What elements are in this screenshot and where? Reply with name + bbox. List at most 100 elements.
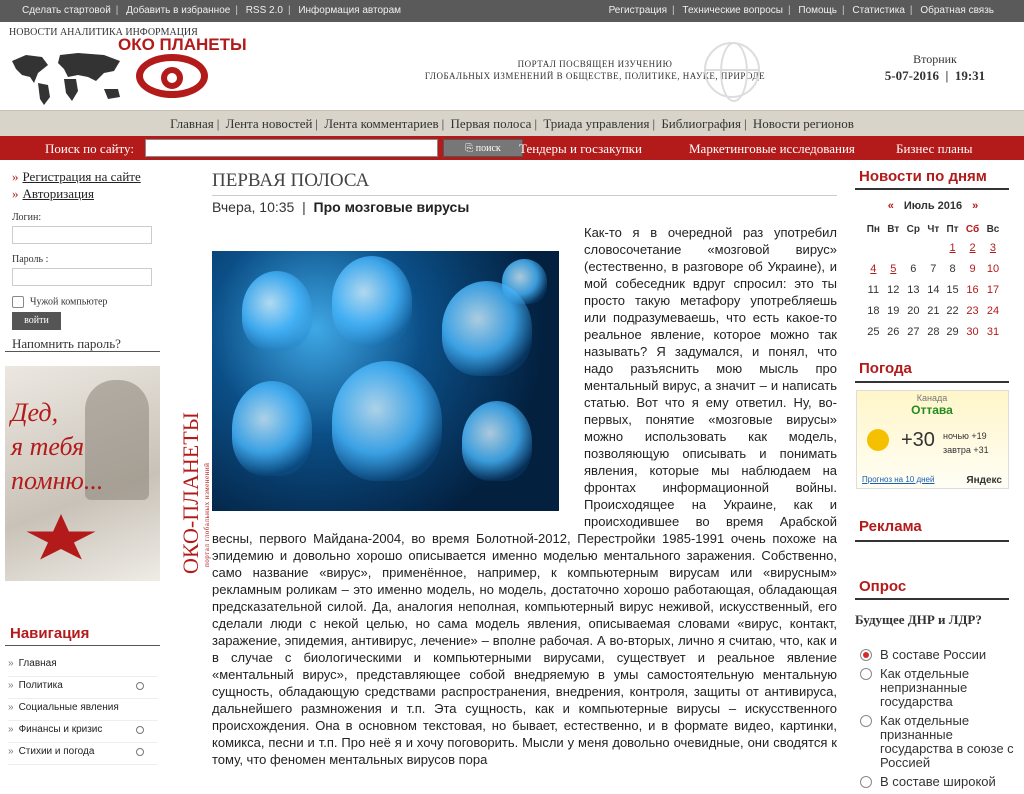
menu-item-comments-feed[interactable]: Лента комментариев — [324, 116, 438, 131]
poll-option[interactable]: В составе России — [855, 648, 1015, 662]
radio[interactable] — [860, 668, 872, 680]
menu-item-triad[interactable]: Триада управления — [543, 116, 649, 131]
login-label: Логин: — [12, 212, 42, 223]
radio[interactable] — [860, 776, 872, 788]
weather-title: Погода — [859, 360, 912, 377]
expand-icon[interactable] — [136, 748, 144, 756]
calendar-day: 28 — [927, 325, 940, 338]
authors-info-link[interactable]: Информация авторам — [298, 5, 401, 16]
banner-line-2: я тебя — [11, 432, 85, 461]
add-favorite-link[interactable]: Добавить в избранное — [126, 5, 230, 16]
site-header: НОВОСТИ АНАЛИТИКА ИНФОРМАЦИЯ ОКО ПЛАНЕТЫ… — [0, 22, 1024, 110]
radio-selected[interactable] — [860, 649, 872, 661]
calendar-day: 14 — [927, 283, 940, 296]
search-bar: Поиск по сайту: ⎘ поиск Тендеры и госзак… — [0, 136, 1024, 160]
calendar-day: 17 — [986, 283, 1000, 296]
marketing-link[interactable]: Маркетинговые исследования — [689, 141, 855, 157]
foreign-computer-checkbox[interactable] — [12, 296, 24, 308]
auth-link[interactable]: Авторизация — [23, 186, 94, 201]
auth-item: » Авторизация — [12, 186, 94, 201]
calendar-day: 12 — [887, 283, 900, 296]
register-link[interactable]: Регистрация на сайте — [23, 169, 141, 184]
calendar-day: 23 — [966, 304, 979, 317]
password-label: Пароль : — [12, 254, 49, 265]
date-value: 5-07-2016 — [884, 68, 939, 83]
poll-option[interactable]: В составе широкой — [855, 775, 1015, 789]
tech-questions-link[interactable]: Технические вопросы — [682, 5, 783, 16]
weather-tomorrow: завтра +31 — [943, 445, 989, 455]
section-underline — [212, 195, 837, 196]
help-link[interactable]: Помощь — [798, 5, 837, 16]
expand-icon[interactable] — [136, 726, 144, 734]
feedback-link[interactable]: Обратная связь — [920, 5, 994, 16]
nav-item-finance[interactable]: » Финансы и кризис — [8, 721, 158, 743]
menu-item-home[interactable]: Главная — [170, 116, 214, 131]
calendar-day: 16 — [966, 283, 979, 296]
nav-item-weather[interactable]: » Стихии и погода — [8, 743, 158, 765]
calendar-day-link[interactable]: 1 — [943, 237, 962, 258]
search-button[interactable]: ⎘ поиск — [443, 139, 523, 157]
nav-item-home[interactable]: » Главная — [8, 655, 158, 677]
poll-option[interactable]: Как отдельные признанные государства в с… — [855, 714, 1015, 770]
statistics-link[interactable]: Статистика — [852, 5, 905, 16]
ads-title: Реклама — [859, 518, 922, 535]
calendar-next-button[interactable]: » — [972, 200, 978, 212]
weather-divider — [855, 381, 1009, 383]
login-button[interactable]: войти — [12, 312, 61, 330]
news-by-day-title: Новости по дням — [859, 168, 987, 185]
vertical-logo: ОКО-ПЛАНЕТЫ портал глобальных изменений — [172, 412, 211, 574]
calendar-day: 7 — [930, 262, 937, 275]
expand-icon[interactable] — [136, 682, 144, 690]
poll-option[interactable]: Как отдельные непризнанные государства — [855, 667, 1015, 709]
calendar-day: 29 — [946, 325, 959, 338]
make-start-link[interactable]: Сделать стартовой — [22, 5, 111, 16]
business-plans-link[interactable]: Бизнес планы — [896, 141, 973, 157]
nav-item-politics[interactable]: » Политика — [8, 677, 158, 699]
calendar-prev-button[interactable]: « — [888, 200, 894, 212]
calendar-day-link[interactable]: 5 — [884, 258, 903, 279]
calendar-day: 19 — [887, 304, 900, 317]
calendar-day — [924, 237, 943, 258]
right-sidebar: Новости по дням « Июль 2016 » Пн Вт Ср Чт … — [851, 160, 1024, 789]
menu-item-regions[interactable]: Новости регионов — [753, 116, 854, 131]
calendar-day: 18 — [867, 304, 880, 317]
weather-temp: +30 — [901, 429, 935, 451]
search-button-label: поиск — [475, 143, 501, 154]
victory-banner[interactable]: Дед, я тебя помню... — [5, 366, 160, 581]
password-input[interactable] — [12, 268, 152, 286]
login-input[interactable] — [12, 226, 152, 244]
nav-item-label: Стихии и погода — [18, 746, 95, 757]
rss-link[interactable]: RSS 2.0 — [246, 5, 283, 16]
nav-item-label: Социальные явления — [18, 702, 119, 713]
vertical-logo-text: ОКО-ПЛАНЕТЫ — [178, 412, 203, 574]
calendar-day: 10 — [986, 262, 1000, 275]
article-title[interactable]: Про мозговые вирусы — [314, 199, 470, 215]
calendar-day: 26 — [887, 325, 900, 338]
weather-widget[interactable]: Канада Оттава +30 ночью +19 завтра +31 П… — [856, 390, 1009, 489]
remind-password-link[interactable]: Напомнить пароль? — [12, 336, 152, 352]
nav-item-social[interactable]: » Социальные явления — [8, 699, 158, 721]
radio[interactable] — [860, 715, 872, 727]
calendar-day: 27 — [907, 325, 920, 338]
yandex-logo[interactable]: Яндекс — [966, 475, 1002, 486]
search-input[interactable] — [145, 139, 438, 157]
calendar-day-link[interactable]: 2 — [962, 237, 983, 258]
forecast-link[interactable]: Прогноз на 10 дней — [862, 475, 934, 484]
site-logo[interactable]: ОКО ПЛАНЕТЫ — [118, 35, 247, 55]
nav-divider — [5, 645, 160, 646]
calendar-week: 18 19 20 21 22 23 24 — [863, 300, 1003, 321]
weather-region: Канада — [916, 393, 948, 403]
poll-option-label: В составе России — [880, 647, 987, 662]
registration-link[interactable]: Регистрация — [609, 5, 667, 16]
calendar-day: 13 — [907, 283, 920, 296]
article-meta: Вчера, 10:35 | Про мозговые вирусы — [212, 199, 470, 215]
menu-item-bibliography[interactable]: Библиография — [661, 116, 741, 131]
weekday-label: Пн — [866, 224, 880, 235]
calendar-day-link[interactable]: 4 — [863, 258, 884, 279]
calendar-day-link[interactable]: 3 — [983, 237, 1003, 258]
section-title: ПЕРВАЯ ПОЛОСА — [212, 170, 370, 191]
tenders-link[interactable]: Тендеры и госзакупки — [519, 141, 642, 157]
menu-item-front-page[interactable]: Первая полоса — [451, 116, 532, 131]
menu-item-news-feed[interactable]: Лента новостей — [226, 116, 313, 131]
register-item: » Регистрация на сайте — [12, 169, 141, 184]
